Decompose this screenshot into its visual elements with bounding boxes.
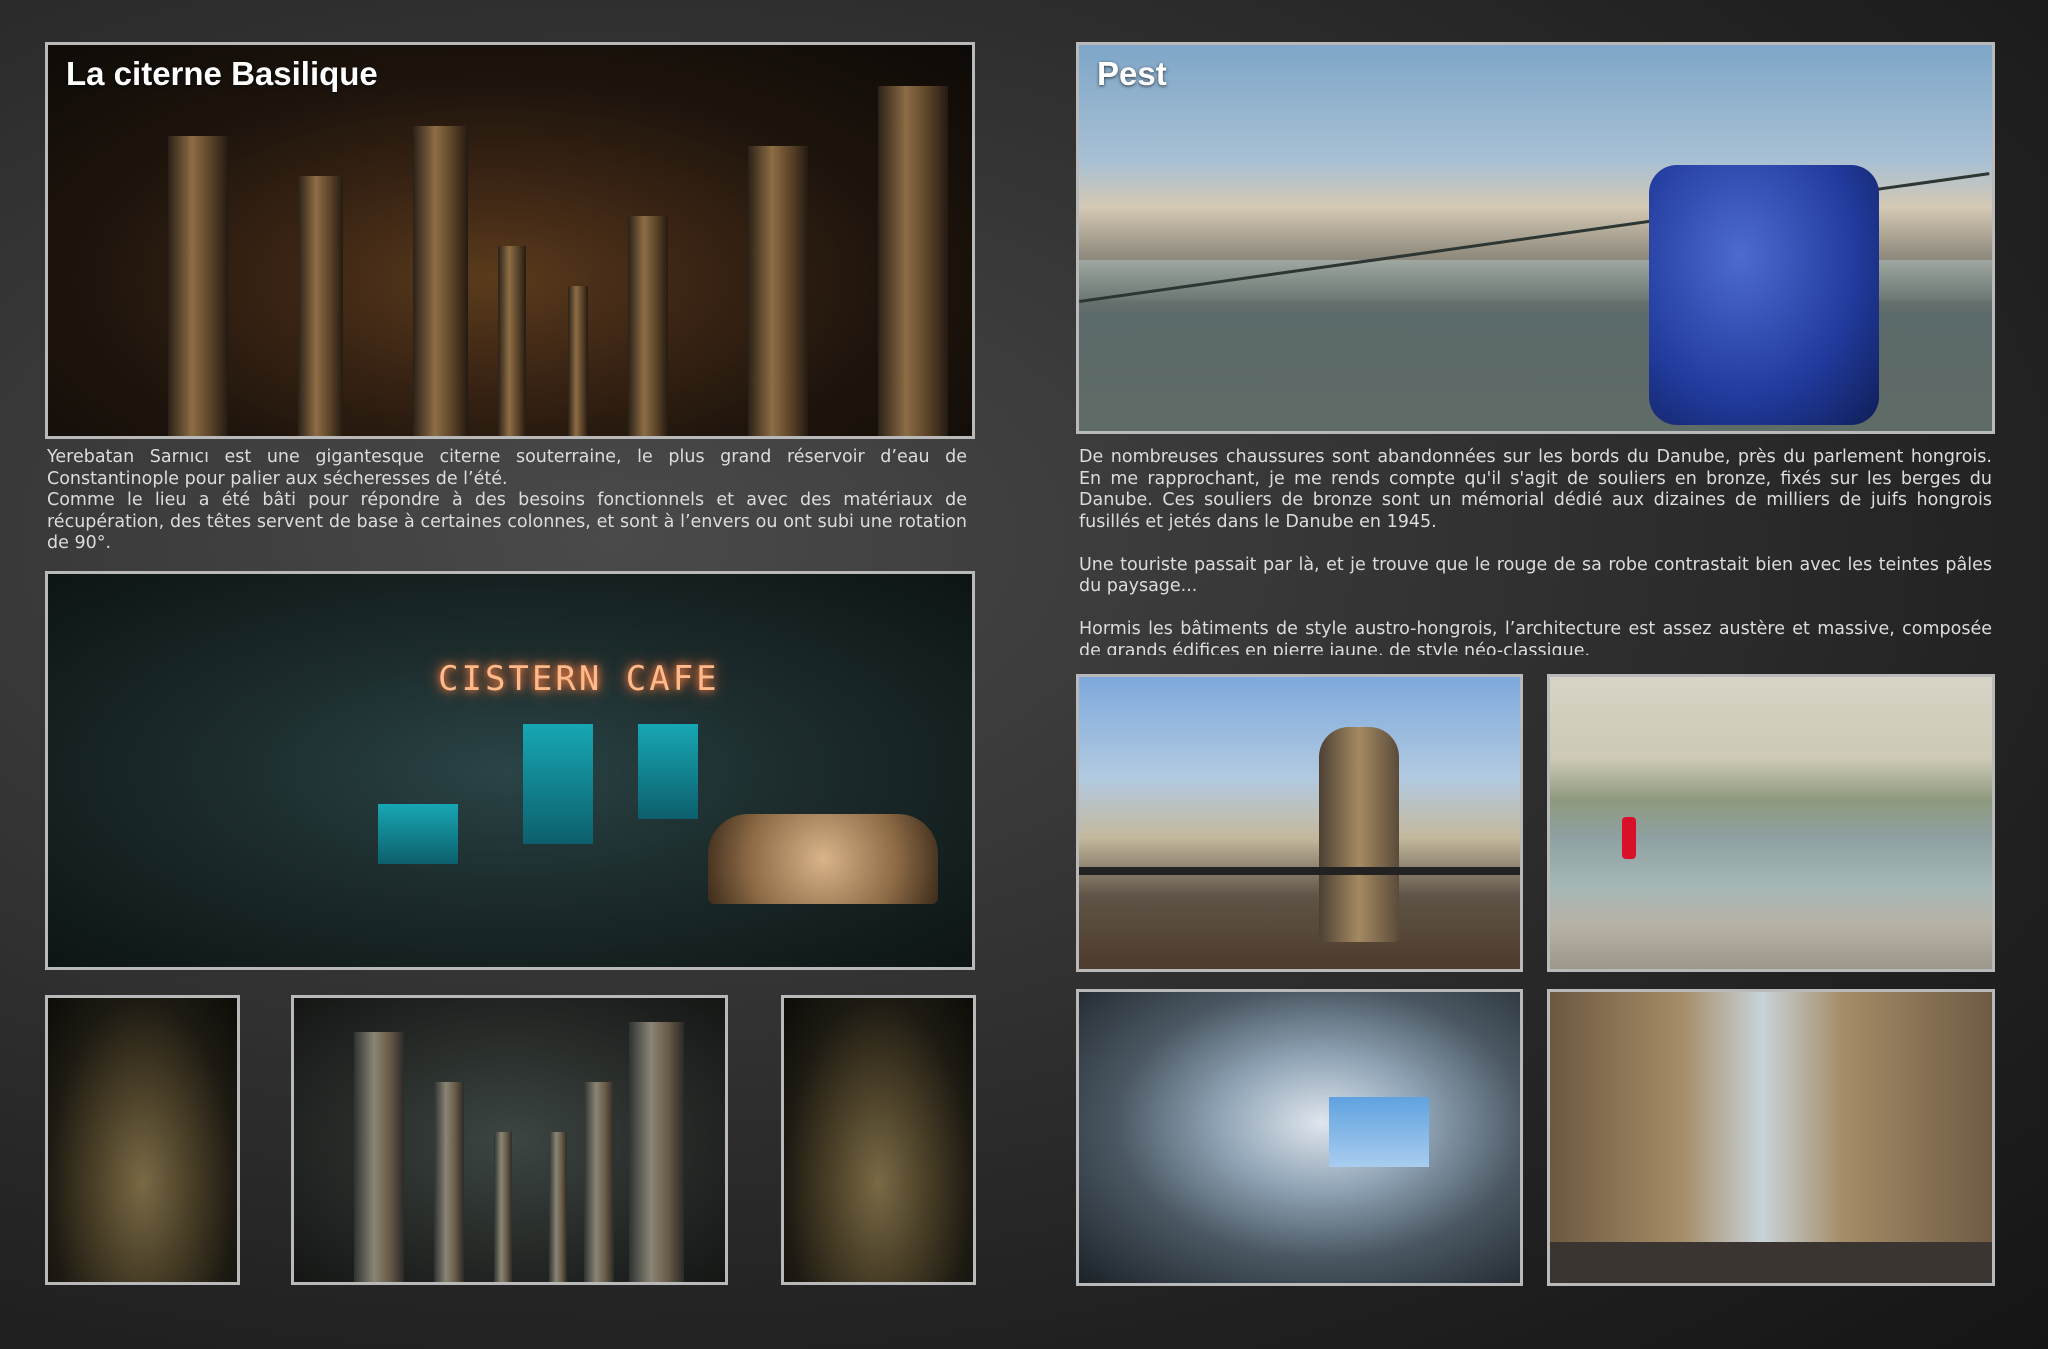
medusa-head-photo-1 bbox=[45, 995, 240, 1285]
cistern-photo-columns bbox=[291, 995, 728, 1285]
cistern-photo-main: La citerne Basilique bbox=[45, 42, 975, 439]
left-page-title: La citerne Basilique bbox=[66, 55, 378, 92]
telescope bbox=[1649, 165, 1879, 425]
right-paragraph-3: Hormis les bâtiments de style austro-hon… bbox=[1079, 619, 1992, 655]
left-paragraph-1: Yerebatan Sarnıcı est une gigantesque ci… bbox=[47, 447, 967, 489]
right-text-block: De nombreuses chaussures sont abandonnée… bbox=[1079, 447, 1992, 655]
left-text-block: Yerebatan Sarnıcı est une gigantesque ci… bbox=[47, 447, 967, 555]
cistern-cafe-photo: CISTERN CAFE bbox=[45, 571, 975, 970]
right-page-title: Pest bbox=[1097, 55, 1167, 92]
budapest-panorama-photo: Pest bbox=[1076, 42, 1995, 434]
danube-shoes-photo bbox=[1547, 674, 1995, 972]
courtyard-look-up-photo bbox=[1076, 989, 1523, 1286]
statue-on-railing-photo bbox=[1076, 674, 1523, 972]
cafe-neon-sign: CISTERN CAFE bbox=[438, 659, 720, 699]
left-paragraph-2: Comme le lieu a été bâti pour répondre à… bbox=[47, 490, 967, 553]
right-paragraph-1: De nombreuses chaussures sont abandonnée… bbox=[1079, 447, 1992, 532]
medusa-head-photo-2 bbox=[781, 995, 976, 1285]
woman-red-dress bbox=[1622, 817, 1636, 859]
right-paragraph-2: Une touriste passait par là, et je trouv… bbox=[1079, 554, 1992, 597]
street-buildings-photo bbox=[1547, 989, 1995, 1286]
